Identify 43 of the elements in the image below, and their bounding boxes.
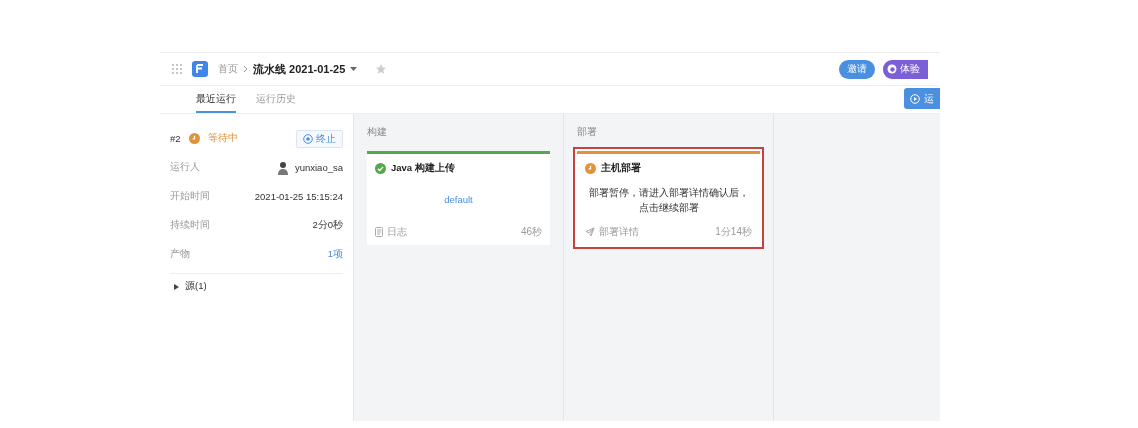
detail-value: 2分0秒: [312, 219, 343, 232]
breadcrumb-link[interactable]: 首页: [218, 62, 238, 76]
job-message: 部署暂停，请进入部署详情确认后，点击继续部署: [587, 186, 750, 215]
job-footer-link[interactable]: 部署详情: [599, 225, 639, 239]
stop-button[interactable]: 终止: [296, 129, 343, 148]
detail-value: 2021-01-25 15:15:24: [254, 191, 343, 202]
detail-label: 持续时间: [170, 219, 210, 232]
document-icon: [375, 227, 383, 237]
job-name: 主机部署: [601, 162, 641, 175]
invite-button[interactable]: 邀请: [839, 59, 875, 79]
sources-label: 源(1): [185, 280, 207, 293]
play-circle-icon: [910, 93, 920, 104]
chevron-icon: [243, 65, 248, 73]
send-icon: [585, 227, 595, 237]
env-link[interactable]: default: [444, 192, 473, 208]
job-footer-link[interactable]: 日志: [387, 225, 407, 239]
stage-title: 部署: [577, 126, 598, 139]
stage-title: 构建: [367, 126, 388, 139]
stop-circle-icon: [303, 133, 313, 144]
run-number: #2: [170, 133, 181, 144]
caret-icon[interactable]: [350, 66, 358, 72]
apps-grid-icon[interactable]: [172, 64, 182, 74]
run-button[interactable]: 运: [904, 88, 940, 109]
artifact-link[interactable]: 1项: [327, 248, 343, 261]
job-name: Java 构建上传: [391, 162, 455, 175]
detail-label: 运行人: [170, 161, 200, 174]
app-logo-icon: [192, 61, 208, 77]
caret-icon: [174, 283, 179, 290]
job-duration: 46秒: [520, 225, 542, 239]
trial-button[interactable]: 体验: [883, 59, 928, 79]
run-status: 等待中: [207, 132, 238, 145]
detail-label: 产物: [170, 248, 190, 261]
tab[interactable]: 运行历史: [256, 86, 296, 113]
tab[interactable]: 最近运行: [196, 86, 236, 113]
job-card[interactable]: Java 构建上传 default 日志 46秒: [367, 151, 550, 245]
star-icon[interactable]: [375, 63, 388, 75]
job-duration: 1分14秒: [715, 225, 752, 239]
swirl-icon: [887, 64, 897, 74]
detail-label: 开始时间: [170, 190, 210, 203]
pipeline-title[interactable]: 流水线 2021-01-25: [253, 61, 346, 77]
user-name: yunxiao_sa: [294, 162, 343, 173]
avatar-icon: [276, 160, 289, 175]
sources-toggle[interactable]: 源(1): [170, 273, 343, 293]
